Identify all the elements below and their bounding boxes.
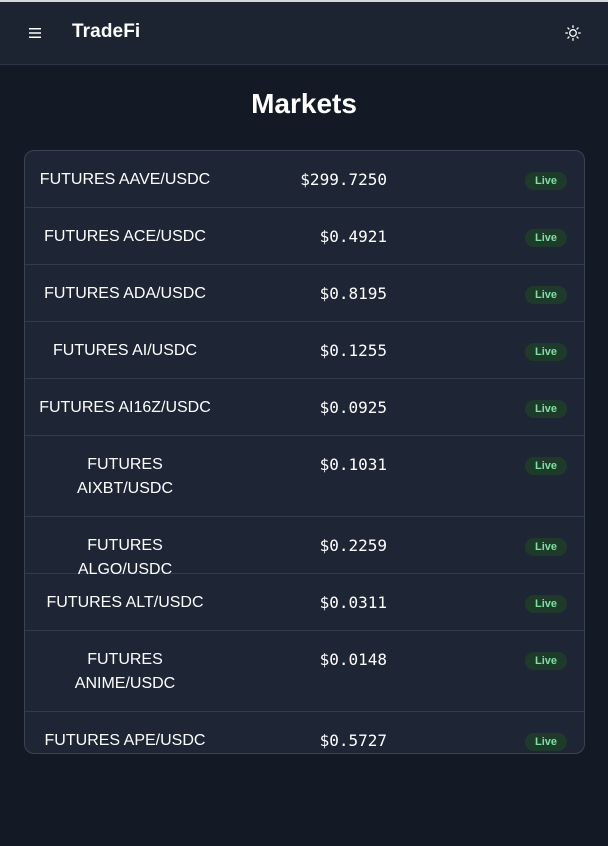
market-name: FUTURES ACE/USDC: [44, 228, 206, 245]
live-badge: Live: [525, 286, 568, 304]
menu-button[interactable]: [25, 22, 47, 44]
market-row[interactable]: FUTURES AI16Z/USDC $0.0925 Live: [25, 379, 584, 436]
market-row[interactable]: FUTURES ANIME/USDC $0.0148 Live: [25, 631, 584, 712]
market-price: $0.4921: [319, 227, 387, 246]
market-price: $0.1255: [319, 341, 387, 360]
live-badge: Live: [525, 457, 568, 475]
live-badge: Live: [525, 538, 568, 556]
market-row[interactable]: FUTURES APE/USDC $0.5727 Live: [25, 712, 584, 753]
market-row[interactable]: FUTURES ACE/USDC $0.4921 Live: [25, 208, 584, 265]
live-badge: Live: [525, 733, 568, 751]
market-row[interactable]: FUTURES ALT/USDC $0.0311 Live: [25, 574, 584, 631]
live-badge: Live: [525, 400, 568, 418]
markets-table: FUTURES AAVE/USDC $299.7250 Live FUTURES…: [24, 150, 585, 754]
market-price: $0.0925: [319, 398, 387, 417]
page-title: Markets: [251, 88, 357, 119]
hamburger-icon: [29, 28, 41, 38]
market-name: FUTURES AIXBT/USDC: [76, 456, 173, 497]
market-row[interactable]: FUTURES ADA/USDC $0.8195 Live: [25, 265, 584, 322]
market-price: $0.1031: [319, 455, 387, 474]
market-price: $0.8195: [319, 284, 387, 303]
market-name: FUTURES AI16Z/USDC: [39, 399, 211, 416]
sun-icon: [565, 25, 581, 41]
market-row[interactable]: FUTURES AIXBT/USDC $0.1031 Live: [25, 436, 584, 517]
market-price: $0.2259: [319, 536, 387, 555]
market-row[interactable]: FUTURES AI/USDC $0.1255 Live: [25, 322, 584, 379]
market-name: FUTURES APE/USDC: [44, 732, 206, 749]
market-price: $0.5727: [319, 731, 387, 750]
market-price: $0.0311: [319, 593, 387, 612]
live-badge: Live: [525, 343, 568, 361]
live-badge: Live: [525, 652, 568, 670]
market-name: FUTURES AAVE/USDC: [39, 171, 211, 188]
market-name: FUTURES ANIME/USDC: [74, 651, 176, 692]
market-price: $299.7250: [300, 170, 387, 189]
market-price: $0.0148: [319, 650, 387, 669]
live-badge: Live: [525, 172, 568, 190]
market-name: FUTURES ALT/USDC: [46, 594, 204, 611]
market-row[interactable]: FUTURES AAVE/USDC $299.7250 Live: [25, 151, 584, 208]
app-title[interactable]: TradeFi: [72, 21, 140, 43]
market-name: FUTURES AI/USDC: [52, 342, 197, 359]
navbar: TradeFi: [0, 2, 608, 65]
live-badge: Live: [525, 229, 568, 247]
live-badge: Live: [525, 595, 568, 613]
theme-toggle-button[interactable]: [562, 22, 584, 44]
market-row[interactable]: FUTURES ALGO/USDC $0.2259 Live: [25, 517, 584, 578]
market-name: FUTURES ADA/USDC: [44, 285, 206, 302]
